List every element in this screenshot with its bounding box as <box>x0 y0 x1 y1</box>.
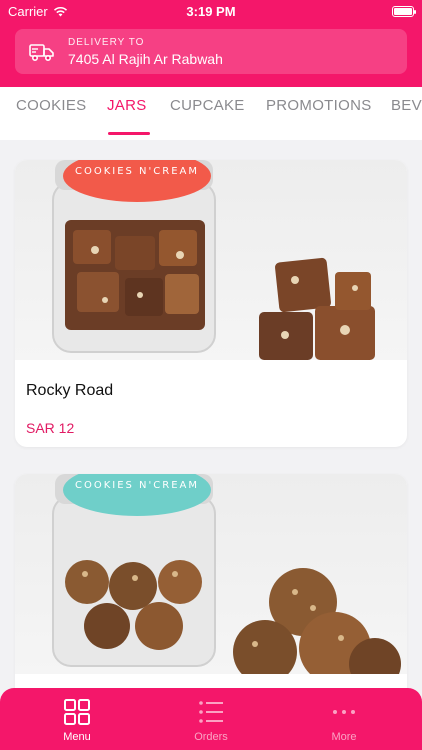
status-bar: Carrier 3:19 PM <box>0 0 422 24</box>
tab-promotions[interactable]: PROMOTIONS <box>266 97 372 114</box>
product-name: Rocky Road <box>26 382 114 399</box>
product-image: COOKIES N'CREAM <box>15 160 407 360</box>
more-dots-icon <box>333 710 355 714</box>
nav-menu[interactable]: Menu <box>32 698 122 743</box>
delivery-label: DELIVERY TO <box>68 36 145 48</box>
header: DELIVERY TO 7405 Al Rajih Ar Rabwah <box>0 24 422 87</box>
nav-orders[interactable]: Orders <box>166 698 256 743</box>
jar-image: COOKIES N'CREAM <box>52 474 401 674</box>
product-image: COOKIES N'CREAM <box>15 474 407 674</box>
nav-more-label: More <box>331 731 357 743</box>
nav-orders-label: Orders <box>194 731 228 743</box>
product-card[interactable]: COOKIES N'CREAM Rocky Road SAR 12 <box>15 160 407 447</box>
nav-menu-label: Menu <box>63 731 91 743</box>
tab-beverages[interactable]: BEV <box>391 97 422 114</box>
category-tabs: COOKIES JARS CUPCAKE PROMOTIONS BEV <box>0 87 422 140</box>
list-icon <box>199 701 223 723</box>
tab-cookies[interactable]: COOKIES <box>16 97 86 114</box>
clock: 3:19 PM <box>186 4 236 19</box>
product-price: SAR 12 <box>26 420 75 436</box>
delivery-address: 7405 Al Rajih Ar Rabwah <box>68 50 223 67</box>
product-list: COOKIES N'CREAM Rocky Road SAR 12 COOKIE… <box>0 140 422 688</box>
jar-image: COOKIES N'CREAM <box>52 160 375 360</box>
jar-label-text: COOKIES N'CREAM <box>75 166 199 177</box>
grid-icon <box>64 699 90 725</box>
product-card[interactable]: COOKIES N'CREAM <box>15 474 407 688</box>
delivery-truck-icon <box>29 43 54 61</box>
jar-label-text: COOKIES N'CREAM <box>75 480 199 491</box>
delivery-address-selector[interactable]: DELIVERY TO 7405 Al Rajih Ar Rabwah <box>15 29 407 74</box>
bottom-navigation: Menu Orders More <box>0 688 422 750</box>
nav-more[interactable]: More <box>299 698 389 743</box>
active-tab-indicator <box>108 132 150 135</box>
tab-jars[interactable]: JARS <box>107 97 147 114</box>
tab-cupcake[interactable]: CUPCAKE <box>170 97 245 114</box>
battery-icon <box>392 6 416 17</box>
